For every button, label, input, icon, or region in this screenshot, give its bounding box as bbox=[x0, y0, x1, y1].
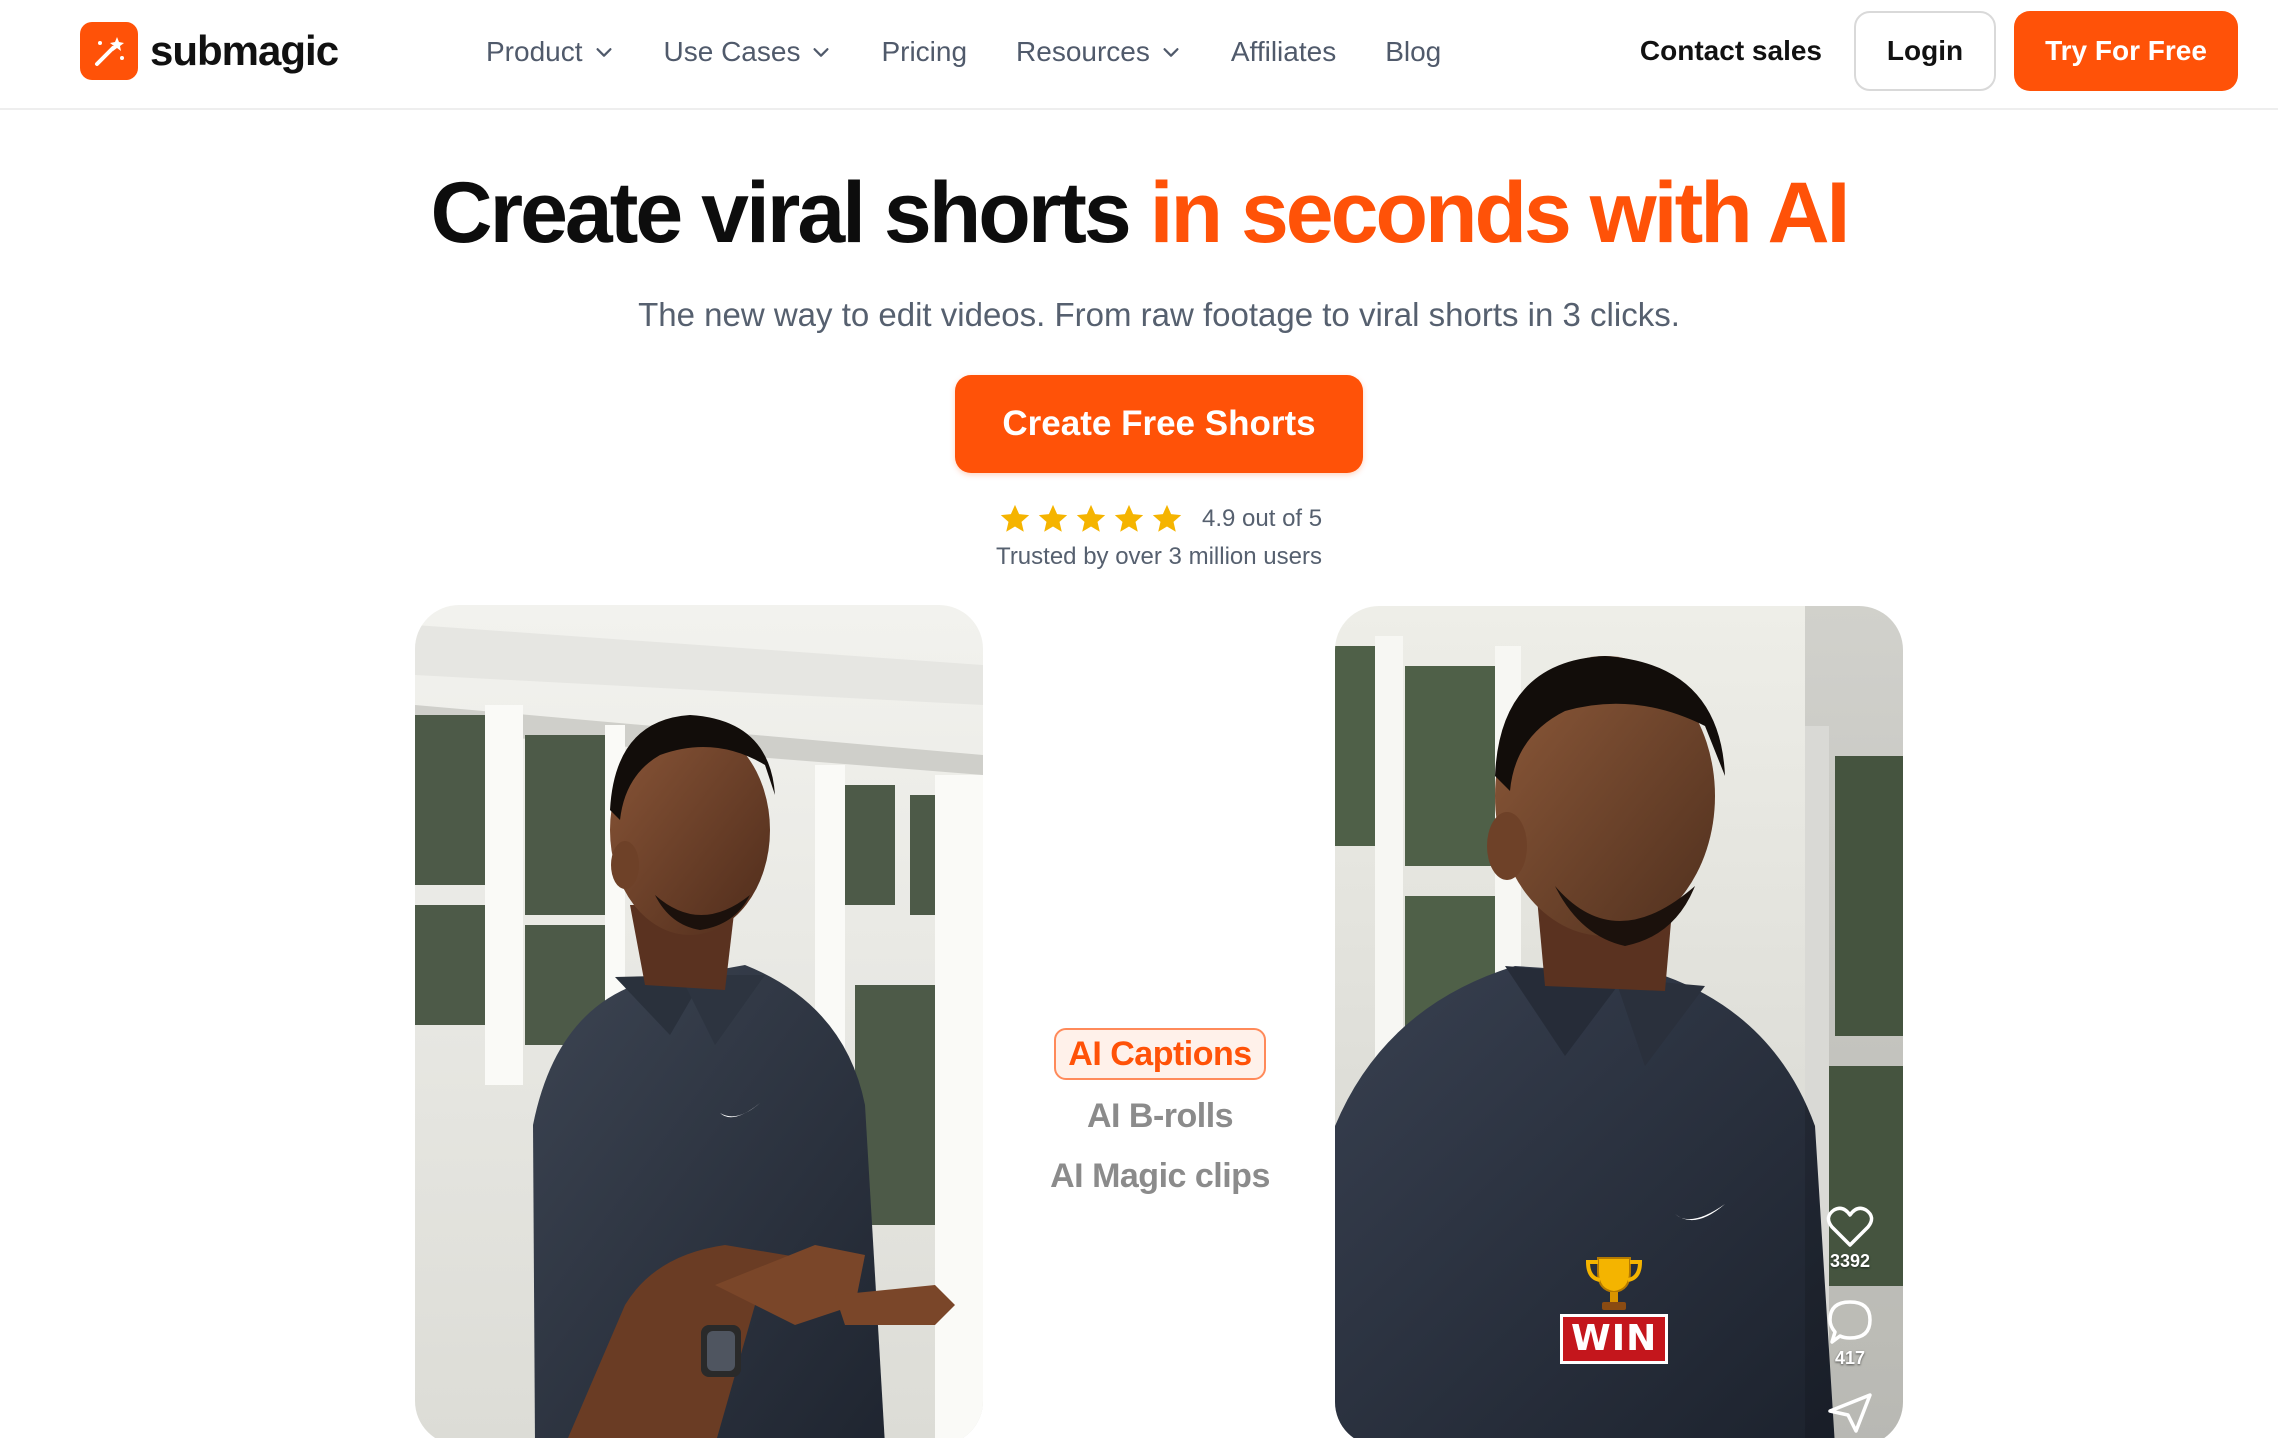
caption-badge: WIN bbox=[1560, 1314, 1669, 1364]
magic-wand-logo-icon bbox=[80, 22, 138, 80]
feature-list: AI Captions AI B-rolls AI Magic clips bbox=[1020, 1028, 1300, 1206]
trophy-icon bbox=[1586, 1257, 1643, 1310]
raw-footage-image bbox=[415, 605, 983, 1438]
social-actions: 3392 417 bbox=[1826, 1205, 1874, 1433]
menu-item-pricing[interactable]: Pricing bbox=[881, 36, 967, 68]
menu-item-affiliates[interactable]: Affiliates bbox=[1231, 36, 1336, 68]
menu-item-label: Affiliates bbox=[1230, 36, 1337, 67]
star-icon bbox=[1000, 504, 1030, 532]
login-button[interactable]: Login bbox=[1854, 11, 1996, 91]
rating-text: 4.9 out of 5 bbox=[1202, 505, 1323, 532]
star-icon bbox=[1038, 504, 1068, 532]
menu-item-resources[interactable]: Resources bbox=[1016, 36, 1182, 68]
chevron-down-icon bbox=[595, 48, 612, 57]
menu-item-blog[interactable]: Blog bbox=[1385, 36, 1441, 68]
heart-icon[interactable] bbox=[1826, 1205, 1874, 1249]
share-icon[interactable] bbox=[1826, 1393, 1874, 1433]
hero-subtitle: The new way to edit videos. From raw foo… bbox=[638, 296, 1680, 333]
menu-item-label: Blog bbox=[1385, 36, 1442, 67]
raw-video-preview[interactable] bbox=[415, 605, 983, 1438]
caption-sticker: WIN bbox=[1560, 1250, 1669, 1364]
hero-title-accent: in seconds with AI bbox=[1149, 165, 1851, 261]
hero-title: Create viral shorts in seconds with AI bbox=[0, 158, 2278, 268]
star-icon bbox=[1114, 504, 1144, 532]
rating: 4.9 out of 5 bbox=[998, 502, 1322, 536]
top-nav: submagic Product Use Cases Pricing Resou… bbox=[0, 0, 2278, 110]
feature-ai-captions[interactable]: AI Captions bbox=[1054, 1028, 1266, 1080]
nav-actions: Contact sales Login Try For Free bbox=[1640, 11, 2238, 91]
create-free-shorts-button[interactable]: Create Free Shorts bbox=[955, 375, 1363, 473]
trusted-text: Trusted by over 3 million users bbox=[996, 543, 1322, 570]
try-for-free-button[interactable]: Try For Free bbox=[2014, 11, 2238, 91]
landing-page: submagic Product Use Cases Pricing Resou… bbox=[0, 0, 2278, 1438]
chevron-down-icon bbox=[1163, 48, 1179, 57]
menu-item-label: Resources bbox=[1016, 36, 1150, 67]
contact-sales-link[interactable]: Contact sales bbox=[1640, 35, 1822, 67]
comment-icon[interactable] bbox=[1826, 1298, 1874, 1346]
menu-item-label: Use Cases bbox=[663, 36, 801, 67]
feature-ai-magic-clips[interactable]: AI Magic clips bbox=[1050, 1146, 1270, 1206]
main-menu: Product Use Cases Pricing Resources Affi… bbox=[486, 0, 1490, 104]
feature-ai-b-rolls[interactable]: AI B-rolls bbox=[1087, 1086, 1234, 1146]
likes-count: 3392 bbox=[1829, 1251, 1871, 1271]
logo-link[interactable]: submagic bbox=[80, 22, 339, 80]
menu-item-label: Product bbox=[486, 36, 583, 67]
logo-text: submagic bbox=[150, 27, 339, 74]
star-icon bbox=[1152, 504, 1182, 532]
menu-item-product[interactable]: Product bbox=[486, 36, 615, 68]
menu-item-use-cases[interactable]: Use Cases bbox=[664, 36, 833, 68]
star-icon bbox=[1076, 504, 1106, 532]
hero-title-main: Create viral shorts bbox=[430, 165, 1150, 261]
menu-item-label: Pricing bbox=[881, 36, 968, 67]
comments-count: 417 bbox=[1834, 1348, 1866, 1368]
chevron-down-icon bbox=[813, 48, 829, 57]
